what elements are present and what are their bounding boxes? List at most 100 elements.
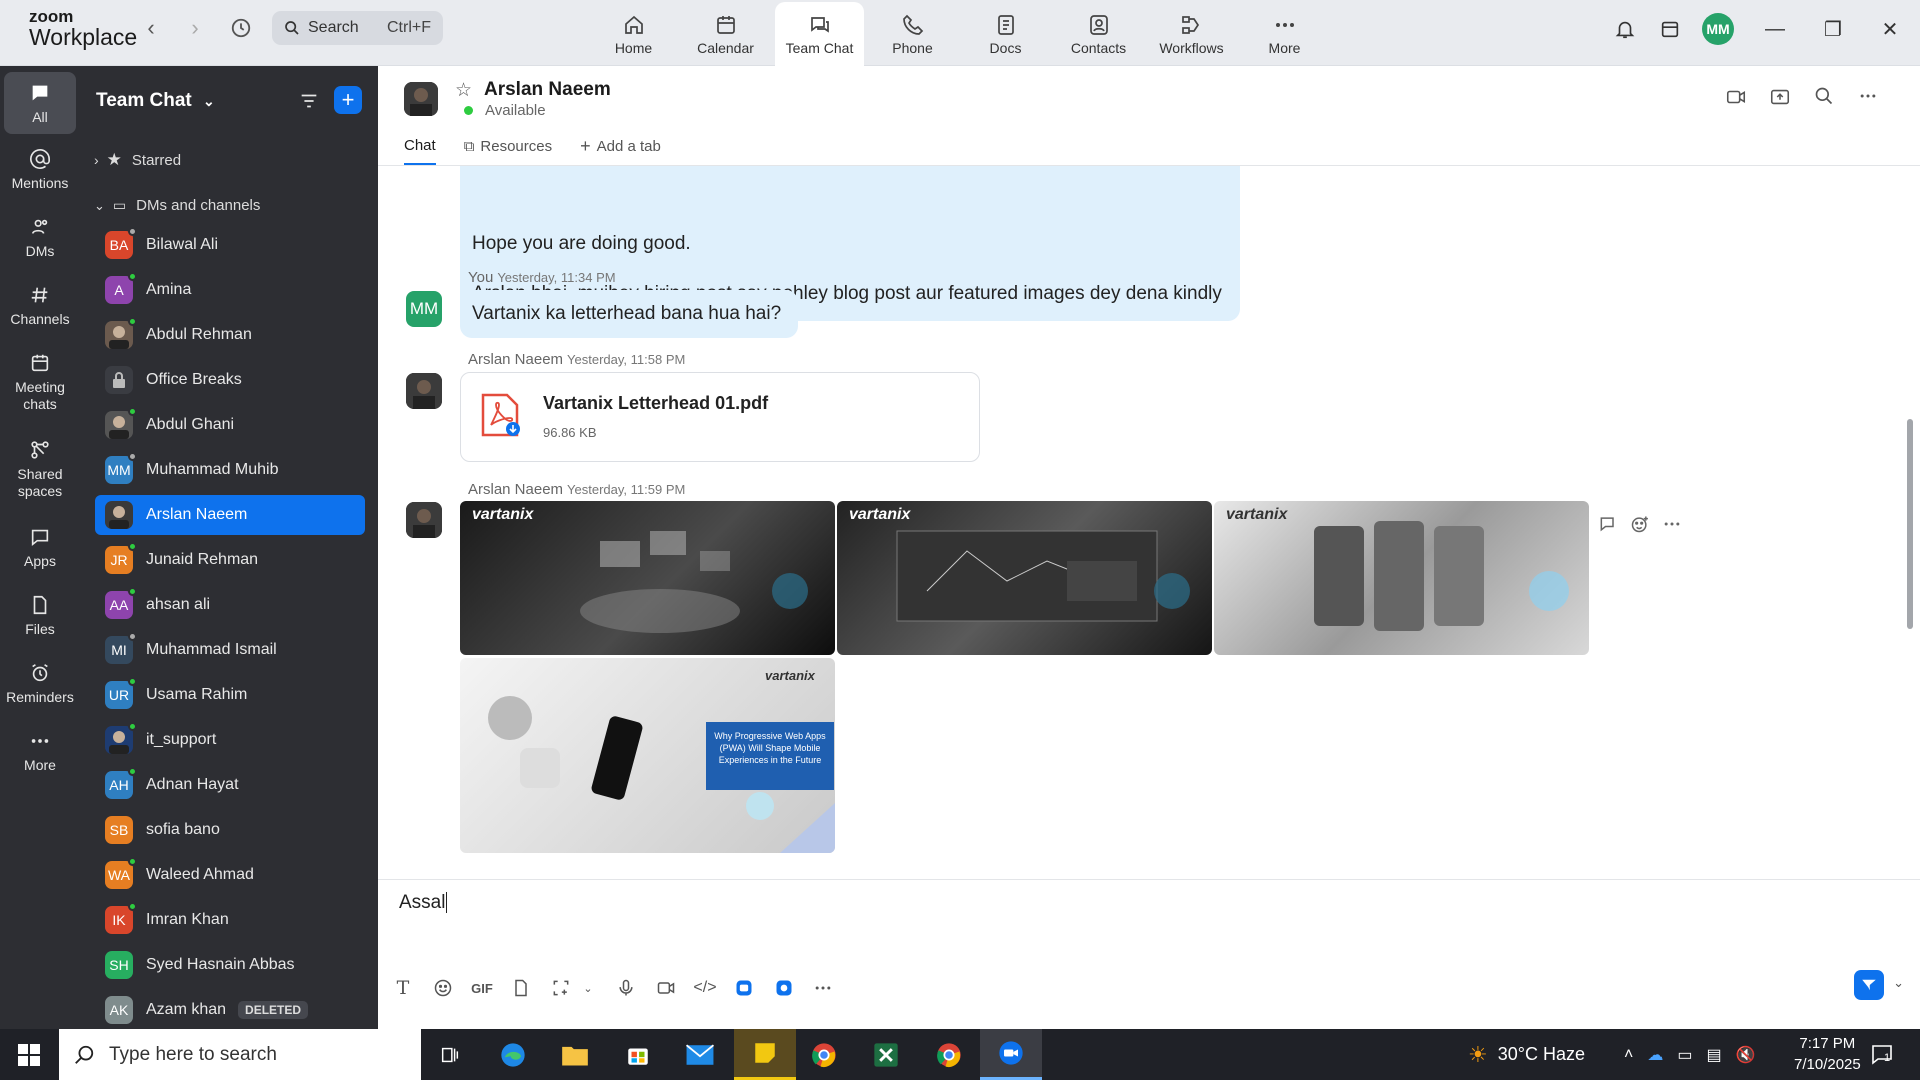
microphone-icon[interactable]	[611, 973, 641, 1003]
forward-button[interactable]: ›	[178, 13, 212, 43]
rail-dms[interactable]: DMs	[4, 216, 76, 260]
windows-start-icon[interactable]	[18, 1044, 40, 1071]
sidebar-contact[interactable]: Abdul Ghani	[95, 405, 365, 445]
mail-icon[interactable]	[682, 1037, 718, 1073]
emoji-icon[interactable]	[428, 973, 458, 1003]
app-integration-icon[interactable]	[769, 973, 799, 1003]
tab-resources[interactable]: ⧉ Resources	[464, 136, 552, 166]
bell-icon[interactable]	[1611, 15, 1639, 43]
tab-workflows[interactable]: Workflows	[1147, 2, 1236, 66]
avatar[interactable]	[406, 502, 442, 538]
starred-section[interactable]: › ★ Starred	[94, 150, 181, 170]
rail-more[interactable]: More	[4, 730, 76, 774]
message-bubble[interactable]: Vartanix ka letterhead bana hua hai?	[460, 290, 798, 338]
sidebar-contact[interactable]: SB sofia bano	[95, 810, 365, 850]
tab-home[interactable]: Home	[589, 2, 678, 66]
sidebar-contact[interactable]: AA ahsan ali	[95, 585, 365, 625]
sidebar-contact[interactable]: WA Waleed Ahmad	[95, 855, 365, 895]
edge-browser-icon[interactable]	[495, 1037, 531, 1073]
excel-icon[interactable]	[868, 1037, 904, 1073]
sidebar-contact[interactable]: AK Azam khan DELETED	[95, 990, 365, 1030]
zoom-app-icon[interactable]	[980, 1029, 1042, 1080]
taskbar-search[interactable]: Type here to search	[59, 1029, 421, 1080]
sidebar-contact[interactable]: MM Muhammad Muhib	[95, 450, 365, 490]
dms-channels-section[interactable]: ⌄ ▭ DMs and channels	[94, 197, 260, 214]
restore-button[interactable]: ❐	[1818, 14, 1848, 44]
add-tab-button[interactable]: + Add a tab	[580, 136, 661, 166]
sidebar-contact[interactable]: SH Syed Hasnain Abbas	[95, 945, 365, 985]
image-attachment[interactable]: vartanix	[460, 501, 835, 655]
image-attachment[interactable]: vartanix	[1214, 501, 1589, 655]
rail-channels[interactable]: Channels	[4, 284, 76, 328]
chevron-up-icon[interactable]: ˄	[1624, 1046, 1633, 1064]
more-icon[interactable]	[1846, 86, 1890, 108]
gif-icon[interactable]: GIF	[467, 973, 497, 1003]
send-options-chevron-icon[interactable]: ⌄	[1893, 975, 1904, 991]
sidebar-title[interactable]: Team Chat ⌄	[96, 90, 215, 112]
rail-apps[interactable]: Apps	[4, 526, 76, 570]
tab-phone[interactable]: Phone	[868, 2, 957, 66]
tab-docs[interactable]: Docs	[961, 2, 1050, 66]
sidebar-contact[interactable]: AH Adnan Hayat	[95, 765, 365, 805]
volume-muted-icon[interactable]: 🔇	[1736, 1045, 1756, 1065]
tab-team-chat[interactable]: Team Chat	[775, 2, 864, 68]
tab-more[interactable]: More	[1240, 2, 1329, 66]
user-avatar[interactable]: MM	[1702, 13, 1734, 45]
back-button[interactable]: ‹	[134, 13, 168, 43]
image-attachment[interactable]: vartanix Why Progressive Web Apps (PWA) …	[460, 658, 835, 853]
rail-reminders[interactable]: Reminders	[4, 662, 76, 706]
emoji-reaction-icon[interactable]	[1630, 514, 1650, 539]
composer-input[interactable]: Assal	[399, 892, 448, 914]
network-icon[interactable]: ▤	[1706, 1045, 1721, 1065]
weather-widget[interactable]: ☀ 30°C Haze	[1468, 1029, 1585, 1080]
sidebar-contact[interactable]: JR Junaid Rehman	[95, 540, 365, 580]
video-icon[interactable]	[1714, 86, 1758, 108]
format-text-icon[interactable]: T	[388, 973, 418, 1003]
store-icon[interactable]	[620, 1037, 656, 1073]
tab-contacts[interactable]: Contacts	[1054, 2, 1143, 66]
onedrive-icon[interactable]: ☁	[1647, 1045, 1663, 1065]
rail-mentions[interactable]: Mentions	[4, 148, 76, 192]
more-icon[interactable]	[1662, 514, 1682, 539]
sidebar-contact[interactable]: IK Imran Khan	[95, 900, 365, 940]
tab-calendar[interactable]: Calendar	[681, 2, 770, 66]
new-chat-button[interactable]: +	[334, 86, 362, 114]
history-icon[interactable]	[224, 13, 258, 43]
chrome-icon[interactable]	[806, 1037, 842, 1073]
clock[interactable]: 7:17 PM 7/10/2025	[1794, 1033, 1861, 1075]
file-explorer-icon[interactable]	[557, 1037, 593, 1073]
file-attachment[interactable]: Vartanix Letterhead 01.pdf 96.86 KB	[460, 372, 980, 462]
search-icon[interactable]	[1802, 86, 1846, 108]
task-view-icon[interactable]	[432, 1037, 468, 1073]
sidebar-contact[interactable]: BA Bilawal Ali	[95, 225, 365, 265]
calendar-status-icon[interactable]	[1656, 15, 1684, 43]
battery-icon[interactable]: ▭	[1677, 1045, 1692, 1065]
rail-all[interactable]: All	[4, 72, 76, 134]
reply-icon[interactable]	[1598, 514, 1618, 539]
sidebar-contact[interactable]: it_support	[95, 720, 365, 760]
sidebar-contact[interactable]: A Amina	[95, 270, 365, 310]
file-icon[interactable]	[506, 973, 536, 1003]
filter-icon[interactable]	[298, 90, 320, 117]
image-attachment[interactable]: vartanix	[837, 501, 1212, 655]
sidebar-contact[interactable]: UR Usama Rahim	[95, 675, 365, 715]
sidebar-contact[interactable]: Abdul Rehman	[95, 315, 365, 355]
tab-chat[interactable]: Chat	[404, 136, 436, 166]
sidebar-contact[interactable]: Arslan Naeem	[95, 495, 365, 535]
chrome-icon[interactable]	[931, 1037, 967, 1073]
more-icon[interactable]	[808, 973, 838, 1003]
send-button[interactable]	[1854, 970, 1884, 1000]
code-snippet-icon[interactable]: </>	[690, 973, 720, 1003]
video-message-icon[interactable]	[651, 973, 681, 1003]
sidebar-contact[interactable]: Office Breaks	[95, 360, 365, 400]
rail-meeting-chats[interactable]: Meeting chats	[4, 352, 76, 413]
contact-avatar[interactable]	[404, 82, 438, 116]
screenshot-icon[interactable]	[546, 973, 576, 1003]
search-bar[interactable]: Search Ctrl+F	[272, 11, 443, 45]
rail-files[interactable]: Files	[4, 594, 76, 638]
message-composer[interactable]: Assal T GIF ⌄ </> ⌄	[378, 879, 1920, 1029]
sidebar-contact[interactable]: MI Muhammad Ismail	[95, 630, 365, 670]
rail-shared-spaces[interactable]: Shared spaces	[4, 439, 76, 500]
sticky-notes-icon[interactable]	[734, 1029, 796, 1080]
minimize-button[interactable]: —	[1760, 14, 1790, 44]
